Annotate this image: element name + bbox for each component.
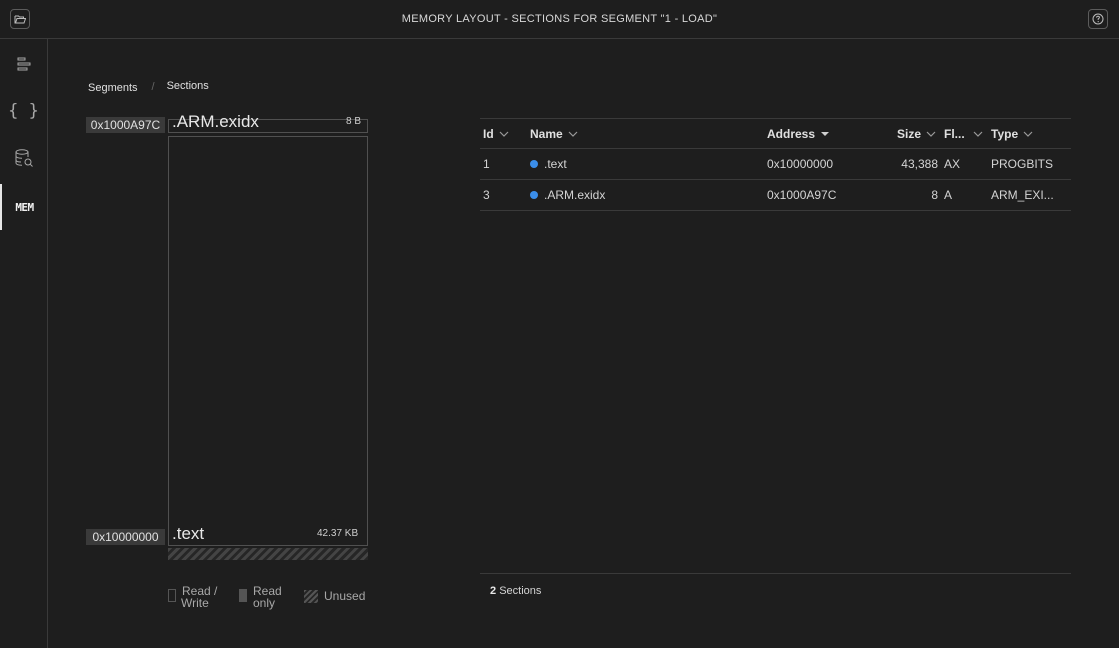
legend-label: Unused	[324, 589, 366, 603]
cell-size: 8	[931, 188, 938, 202]
section-size-arm-exidx: 8 B	[346, 116, 362, 127]
sidebar-item-code[interactable]: { }	[0, 88, 47, 134]
legend-read-only: Read only	[239, 585, 282, 609]
chevron-down-icon	[926, 131, 936, 137]
breadcrumb-separator: /	[151, 81, 155, 93]
section-name-arm-exidx: .ARM.exidx	[172, 112, 259, 131]
cell-name: .text	[530, 149, 567, 179]
cell-type: ARM_EXI...	[991, 188, 1054, 202]
cell-id: 3	[483, 188, 490, 202]
sections-table: Id Name Address Size Fl... Type 1 .text	[480, 118, 1071, 211]
cell-type: PROGBITS	[991, 157, 1054, 171]
bottom-address-label: 0x10000000	[86, 529, 165, 545]
column-header-flags[interactable]: Fl...	[944, 119, 983, 149]
cell-address: 0x1000A97C	[767, 188, 837, 202]
section-name-text: .text	[172, 524, 205, 543]
cell-id: 1	[483, 157, 490, 171]
sidebar-item-outline[interactable]	[0, 41, 47, 87]
braces-icon: { }	[8, 101, 39, 121]
sidebar-item-database[interactable]	[0, 135, 47, 181]
chevron-down-icon	[1023, 131, 1033, 137]
cell-flags: AX	[944, 157, 961, 171]
breadcrumb-segments[interactable]: Segments	[88, 82, 138, 94]
outline-icon	[17, 57, 30, 71]
table-row[interactable]: 3 .ARM.exidx 0x1000A97C 8 A ARM_EXI...	[480, 180, 1071, 211]
section-block-text[interactable]	[168, 136, 368, 546]
column-header-address[interactable]: Address	[767, 119, 830, 149]
sections-count-number: 2	[490, 585, 497, 597]
legend-unused: Unused	[304, 590, 365, 603]
section-dot-icon	[530, 191, 538, 199]
table-header: Id Name Address Size Fl... Type	[480, 118, 1071, 149]
folder-open-icon[interactable]	[10, 9, 30, 29]
cell-address: 0x10000000	[767, 157, 834, 171]
footer-divider	[480, 573, 1071, 574]
column-header-size[interactable]: Size	[897, 119, 936, 149]
read-only-swatch	[239, 589, 247, 602]
column-header-name[interactable]: Name	[530, 119, 578, 149]
read-write-swatch	[168, 589, 176, 602]
chevron-down-icon	[499, 131, 509, 137]
sidebar: { } MEM	[0, 39, 48, 648]
breadcrumb: Segments / Sections	[88, 80, 209, 94]
section-dot-icon	[530, 160, 538, 168]
legend-label: Write	[181, 596, 209, 610]
legend-label: only	[253, 596, 276, 610]
window-title: MEMORY LAYOUT - SECTIONS FOR SEGMENT "1 …	[401, 13, 718, 25]
table-row[interactable]: 1 .text 0x10000000 43,388 AX PROGBITS	[480, 149, 1071, 180]
memory-icon: MEM	[15, 200, 34, 214]
unused-region	[168, 548, 368, 560]
sort-descending-icon	[820, 131, 830, 137]
sections-count: 2 Sections	[490, 585, 541, 597]
column-header-id[interactable]: Id	[483, 119, 509, 149]
cell-size: 43,388	[901, 157, 938, 171]
cell-name: .ARM.exidx	[530, 180, 605, 210]
sidebar-item-memory[interactable]: MEM	[0, 184, 47, 230]
cell-flags: A	[944, 188, 953, 202]
database-search-icon	[15, 149, 33, 167]
chevron-down-icon	[568, 131, 578, 137]
chevron-down-icon	[973, 131, 983, 137]
help-icon[interactable]	[1088, 9, 1108, 29]
legend-read-write: Read / Write	[168, 585, 217, 609]
unused-swatch	[304, 590, 318, 603]
top-address-label: 0x1000A97C	[86, 117, 165, 133]
column-header-type[interactable]: Type	[991, 119, 1033, 149]
sections-count-label: Sections	[499, 585, 542, 597]
section-size-text: 42.37 KB	[317, 528, 359, 539]
title-bar: MEMORY LAYOUT - SECTIONS FOR SEGMENT "1 …	[0, 0, 1119, 39]
breadcrumb-sections[interactable]: Sections	[167, 80, 209, 92]
